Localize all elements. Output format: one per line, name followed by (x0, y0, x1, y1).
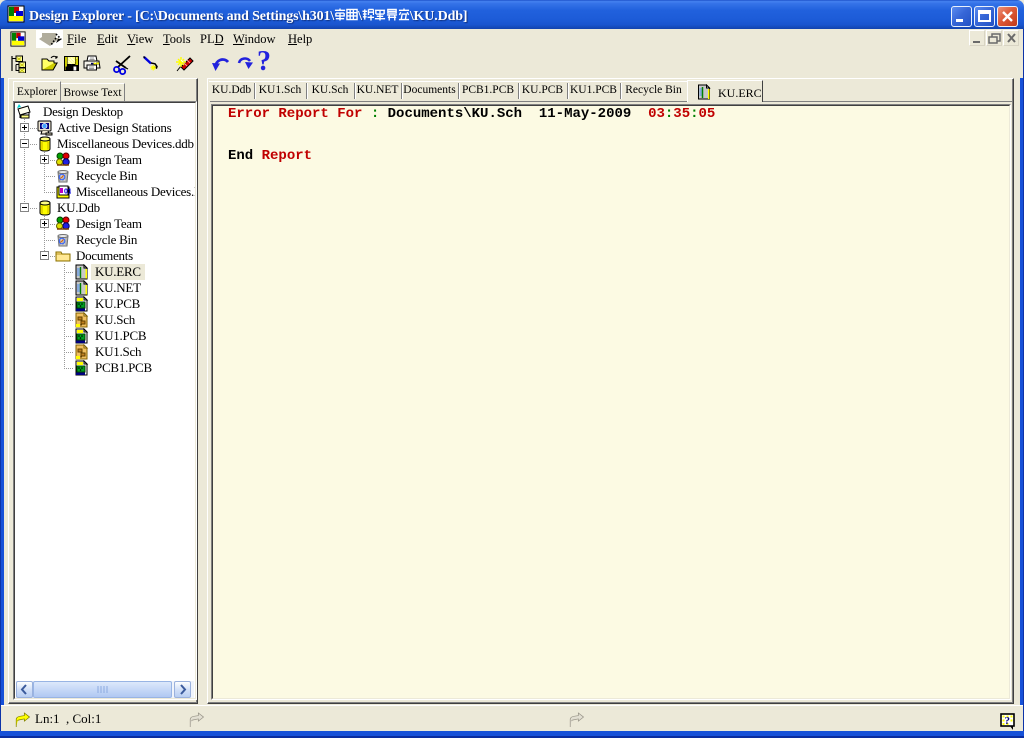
svg-text:?: ? (1005, 715, 1011, 727)
svg-text:01: 01 (64, 189, 71, 196)
